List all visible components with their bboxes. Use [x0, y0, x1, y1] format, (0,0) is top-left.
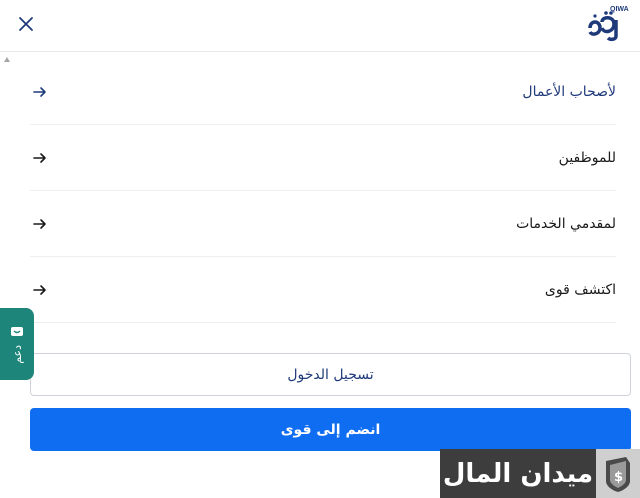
menu-item-employees[interactable]: للموظفين — [30, 125, 616, 191]
scrollbar-up-arrow[interactable] — [4, 57, 10, 62]
arrow-right-icon — [33, 218, 46, 229]
qiwa-logo[interactable]: QIWA — [586, 2, 630, 42]
watermark-text: ميدان المال — [442, 458, 594, 489]
nav-menu: لأصحاب الأعمال للموظفين لمقدمي الخدمات ا… — [30, 59, 616, 323]
login-button[interactable]: تسجيل الدخول — [30, 353, 631, 396]
arrow-right-icon — [33, 284, 46, 295]
menu-item-discover-qiwa[interactable]: اكتشف قوى — [30, 257, 616, 323]
menu-item-label: لمقدمي الخدمات — [516, 215, 616, 232]
support-tab[interactable]: دعم — [0, 308, 34, 380]
svg-text:QIWA: QIWA — [610, 6, 629, 13]
close-icon — [19, 17, 33, 31]
support-tab-label: دعم — [10, 344, 24, 364]
join-button[interactable]: انضم إلى قوى — [30, 408, 631, 451]
qiwa-logo-icon: QIWA — [588, 6, 629, 42]
svg-text:$: $ — [614, 470, 623, 485]
shield-dollar-icon: $ — [596, 449, 640, 498]
menu-item-label: للموظفين — [558, 149, 616, 166]
close-button[interactable] — [12, 10, 40, 38]
menu-item-label: لأصحاب الأعمال — [522, 83, 616, 100]
top-bar: QIWA — [0, 0, 640, 52]
watermark-banner: ميدان المال $ — [440, 449, 640, 498]
arrow-right-icon — [33, 86, 46, 97]
menu-item-label: اكتشف قوى — [544, 281, 616, 298]
chat-icon — [11, 326, 23, 336]
menu-item-business-owners[interactable]: لأصحاب الأعمال — [30, 59, 616, 125]
menu-item-service-providers[interactable]: لمقدمي الخدمات — [30, 191, 616, 257]
arrow-right-icon — [33, 152, 46, 163]
